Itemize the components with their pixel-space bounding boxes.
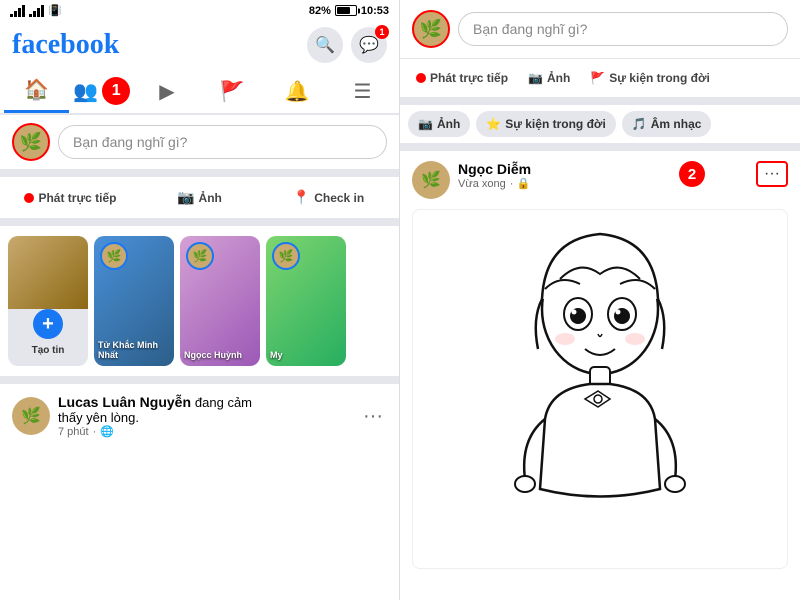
messenger-badge: 1 (375, 25, 389, 39)
extra-event-button[interactable]: ⭐ Sự kiện trong đời (476, 111, 616, 137)
extra-music-label: Âm nhạc (651, 117, 702, 131)
right-panel: 🌿 Bạn đang nghĩ gì? Phát trực tiếp 📷 Ảnh… (400, 0, 800, 600)
right-more-button[interactable]: 2 ··· (756, 161, 788, 187)
right-photo-button[interactable]: 📷 Ảnh (520, 65, 578, 91)
right-privacy-icon: · 🔒 (510, 177, 530, 190)
extra-photo-button[interactable]: 📷 Ảnh (408, 111, 470, 137)
create-story-label: Tạo tin (32, 345, 65, 356)
right-post: 🌿 Ngọc Diễm Vừa xong · 🔒 2 ··· (400, 151, 800, 600)
right-user-avatar: 🌿 (412, 10, 450, 48)
create-story-item[interactable]: + Tạo tin (8, 236, 88, 366)
tab-video[interactable]: ▶ (134, 71, 199, 112)
volume-icon: 📳 (48, 4, 62, 17)
extra-photo-label: Ảnh (437, 117, 460, 131)
photo-button[interactable]: 📷 Ảnh (137, 183, 262, 212)
post-more-button[interactable]: ··· (359, 401, 387, 432)
post-action-continued: thấy yên lòng. (58, 410, 351, 425)
extra-music-icon: 🎵 (632, 117, 647, 131)
extra-music-button[interactable]: 🎵 Âm nhạc (622, 111, 712, 137)
checkin-label: Check in (314, 191, 364, 205)
battery-icon (335, 5, 357, 16)
extra-photo-icon: 📷 (418, 117, 433, 131)
story-avatar-1: 🌿 (100, 242, 128, 270)
tab-pages[interactable]: 🚩 (200, 71, 265, 112)
right-live-label: Phát trực tiếp (430, 71, 508, 85)
post-item: 🌿 Lucas Luân Nguyễn đang cảm thấy yên lò… (0, 384, 399, 448)
post-author-name: Lucas Luân Nguyễn đang cảm (58, 394, 351, 410)
right-event-button[interactable]: 🚩 Sự kiện trong đời (582, 65, 718, 91)
story-name-3: My (270, 350, 342, 360)
add-story-icon: + (33, 309, 63, 339)
post-box: 🌿 Bạn đang nghĩ gì? (0, 115, 399, 177)
right-post-box: 🌿 Bạn đang nghĩ gì? (400, 0, 800, 59)
post-author-avatar: 🌿 (12, 397, 50, 435)
post-header: 🌿 Lucas Luân Nguyễn đang cảm thấy yên lò… (12, 394, 387, 438)
right-photo-label: Ảnh (547, 71, 570, 85)
action-row: Phát trực tiếp 📷 Ảnh 📍 Check in (0, 177, 399, 226)
post-time: 7 phút (58, 426, 89, 438)
messenger-button-wrapper: 💬 1 (351, 27, 387, 63)
right-post-header: 🌿 Ngọc Diễm Vừa xong · 🔒 2 ··· (412, 161, 788, 199)
right-post-image (412, 209, 788, 569)
live-label: Phát trực tiếp (38, 191, 116, 205)
tab-friends[interactable]: 👥 1 (69, 69, 134, 113)
story-item-2[interactable]: 🌿 Ngọcc Huỳnh (180, 236, 260, 366)
signal-icon (10, 5, 25, 17)
wifi-icon (29, 5, 44, 17)
nav-tabs: 🏠 👥 1 ▶ 🚩 🔔 ☰ (0, 69, 399, 115)
photo-label: Ảnh (199, 191, 222, 205)
right-post-time: Vừa xong (458, 178, 506, 190)
extra-event-icon: ⭐ (486, 117, 501, 131)
post-meta: 7 phút · 🌐 (58, 425, 351, 438)
status-bar-left: 📳 (10, 4, 62, 17)
checkin-button[interactable]: 📍 Check in (266, 183, 391, 212)
stories-row: + Tạo tin 🌿 Tử Khắc Minh Nhất 🌿 Ngọcc Hu… (0, 226, 399, 384)
header: facebook 🔍 💬 1 (0, 21, 399, 69)
right-extra-row: 📷 Ảnh ⭐ Sự kiện trong đời 🎵 Âm nhạc (400, 105, 800, 151)
story-name-1: Tử Khắc Minh Nhất (98, 340, 170, 360)
privacy-globe: 🌐 (100, 425, 114, 438)
facebook-logo: facebook (12, 29, 299, 61)
right-post-avatar: 🌿 (412, 161, 450, 199)
header-icons: 🔍 💬 1 (307, 27, 387, 63)
post-info: Lucas Luân Nguyễn đang cảm thấy yên lòng… (58, 394, 351, 438)
live-button[interactable]: Phát trực tiếp (8, 185, 133, 211)
search-button[interactable]: 🔍 (307, 27, 343, 63)
tab-menu[interactable]: ☰ (330, 71, 395, 112)
step2-badge: 2 (679, 161, 705, 187)
post-action-text: đang cảm (195, 395, 252, 410)
checkin-icon: 📍 (293, 189, 310, 206)
left-panel: 📳 82% 10:53 facebook 🔍 💬 1 🏠 👥 1 ▶ 🚩 (0, 0, 400, 600)
post-input[interactable]: Bạn đang nghĩ gì? (58, 125, 387, 159)
right-event-icon: 🚩 (590, 71, 605, 85)
right-event-label: Sự kiện trong đời (609, 71, 710, 85)
extra-event-label: Sự kiện trong đời (505, 117, 606, 131)
status-bar: 📳 82% 10:53 (0, 0, 399, 21)
clock: 10:53 (361, 5, 389, 17)
story-item-1[interactable]: 🌿 Tử Khắc Minh Nhất (94, 236, 174, 366)
tab-notifications[interactable]: 🔔 (265, 71, 330, 112)
right-photo-icon: 📷 (528, 71, 543, 85)
tab-home[interactable]: 🏠 (4, 69, 69, 113)
privacy-icon: · (93, 426, 97, 438)
story-item-3[interactable]: 🌿 My (266, 236, 346, 366)
right-action-row: Phát trực tiếp 📷 Ảnh 🚩 Sự kiện trong đời (400, 59, 800, 105)
story-avatar-2: 🌿 (186, 242, 214, 270)
right-live-button[interactable]: Phát trực tiếp (408, 65, 516, 91)
anime-character-svg (490, 219, 710, 559)
user-avatar: 🌿 (12, 123, 50, 161)
right-post-input[interactable]: Bạn đang nghĩ gì? (458, 12, 788, 46)
step1-badge: 1 (102, 77, 130, 105)
story-avatar-3: 🌿 (272, 242, 300, 270)
battery-percent: 82% (309, 5, 331, 17)
story-name-2: Ngọcc Huỳnh (184, 350, 256, 360)
status-bar-right: 82% 10:53 (309, 5, 389, 17)
live-dot-icon (24, 193, 34, 203)
photo-icon: 📷 (177, 189, 194, 206)
right-live-dot-icon (416, 73, 426, 83)
